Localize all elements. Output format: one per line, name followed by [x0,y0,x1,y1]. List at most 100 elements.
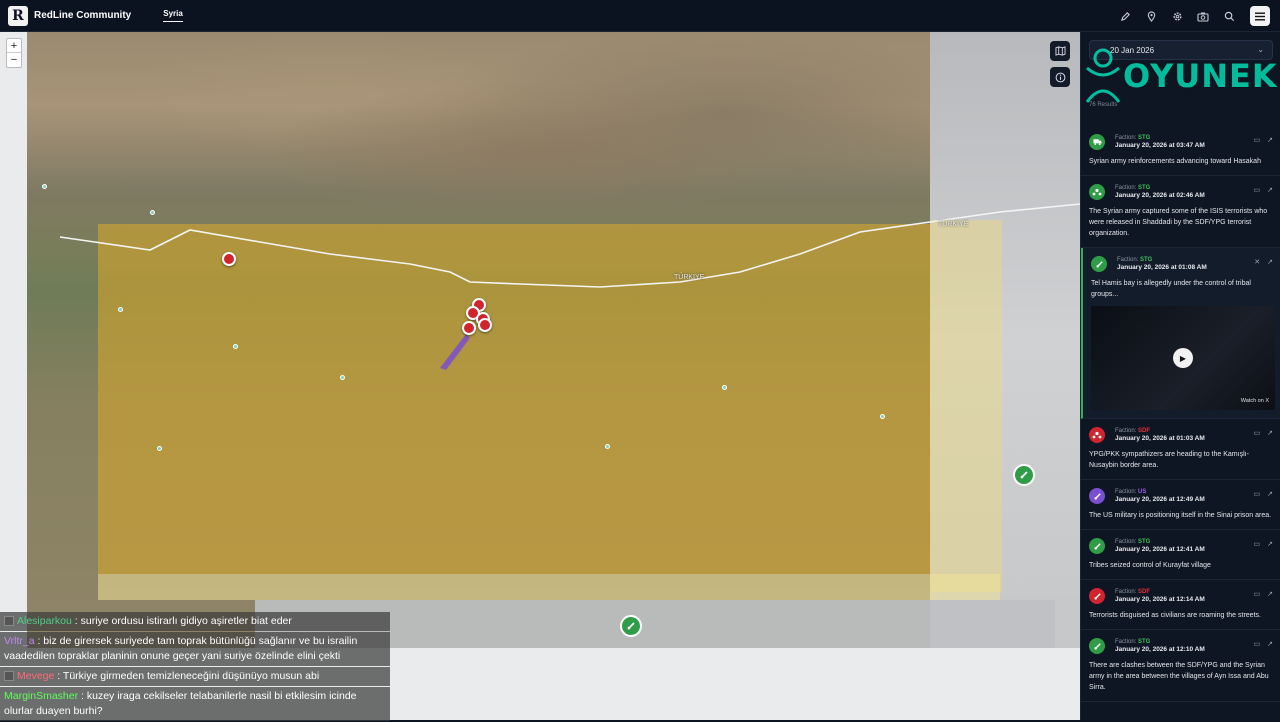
app-title[interactable]: RedLine Community [34,10,131,21]
event-card[interactable]: ▭ ↗ Faction: STG January 20, 2026 at 12:… [1081,630,1280,702]
video-icon[interactable]: ▭ [1254,186,1261,194]
town-marker[interactable] [340,375,345,380]
card-actions: ▭ ↗ [1254,429,1274,437]
zoom-in-button[interactable]: + [7,39,21,53]
card-actions: ✕ ↗ [1254,258,1273,266]
rifle-icon [627,622,635,630]
video-embed[interactable]: ▶ Watch on X [1091,306,1275,410]
watch-on-x-link[interactable]: Watch on X [1241,398,1269,404]
town-marker[interactable] [42,184,47,189]
external-link-icon[interactable]: ↗ [1267,640,1273,648]
faction-value: SDF [1138,589,1151,595]
external-link-icon[interactable]: ↗ [1267,490,1273,498]
faction-prefix: Faction: [1115,539,1137,545]
pen-icon[interactable] [1116,7,1134,25]
faction-prefix: Faction: [1115,639,1137,645]
faction-label: Faction: STG [1115,636,1273,645]
video-icon[interactable]: ▭ [1254,136,1261,144]
map-marker-sdf[interactable] [462,321,476,335]
faction-value: STG [1138,639,1151,645]
town-marker[interactable] [233,344,238,349]
pin-icon[interactable] [1142,7,1160,25]
faction-label: Faction: US [1115,486,1273,495]
truck-icon [1089,134,1105,150]
zoom-out-button[interactable]: − [7,53,21,67]
video-icon[interactable]: ▭ [1254,590,1261,598]
rifle-icon [1089,588,1105,604]
event-card[interactable]: ▭ ↗ Faction: STG January 20, 2026 at 12:… [1081,530,1280,580]
card-actions: ▭ ↗ [1254,590,1274,598]
faction-label: Faction: STG [1115,132,1273,141]
video-icon[interactable]: ▭ [1254,640,1261,648]
search-icon[interactable] [1220,7,1238,25]
event-card-selected[interactable]: ✕ ↗ Faction: STG January 20, 2026 at 01:… [1081,248,1280,419]
faction-value: STG [1138,185,1151,191]
map-marker-stg[interactable] [620,615,642,637]
watermark-figure-icon [1085,48,1121,103]
card-actions: ▭ ↗ [1254,490,1274,498]
map-marker-sdf[interactable] [478,318,492,332]
town-marker[interactable] [150,210,155,215]
route-arrow [440,334,470,370]
close-icon[interactable]: ✕ [1254,258,1260,266]
menu-button[interactable] [1250,6,1270,26]
chat-username: Alesiparkou [17,615,72,627]
chat-username: MarginSmasher [4,690,79,702]
avatar [4,671,14,682]
town-marker[interactable] [157,446,162,451]
event-description: Tribes seized control of Kurayfat villag… [1089,562,1211,569]
faction-label: Faction: STG [1117,254,1273,263]
event-time: January 20, 2026 at 12:14 AM [1115,596,1205,603]
external-link-icon[interactable]: ↗ [1267,258,1273,266]
event-description: The Syrian army captured some of the ISI… [1089,208,1268,237]
external-link-icon[interactable]: ↗ [1267,429,1273,437]
event-card[interactable]: ▭ ↗ Faction: US January 20, 2026 at 12:4… [1081,480,1280,530]
top-bar: R RedLine Community Syria [0,0,1280,32]
faction-value: STG [1138,135,1151,141]
event-card[interactable]: ▭ ↗ Faction: SDF January 20, 2026 at 01:… [1081,419,1280,480]
town-marker[interactable] [605,444,610,449]
play-icon[interactable]: ▶ [1173,348,1193,368]
faction-value: US [1138,489,1147,495]
video-icon[interactable]: ▭ [1254,429,1261,437]
map-layers-button[interactable] [1050,41,1070,61]
event-time: January 20, 2026 at 12:10 AM [1115,646,1205,653]
event-feed: ▭ ↗ Faction: STG January 20, 2026 at 03:… [1081,126,1280,702]
external-link-icon[interactable]: ↗ [1267,590,1273,598]
rifle-icon [1020,471,1028,479]
town-marker[interactable] [880,414,885,419]
event-card[interactable]: ▭ ↗ Faction: STG January 20, 2026 at 02:… [1081,176,1280,248]
group-icon [1089,427,1105,443]
video-icon[interactable]: ▭ [1254,540,1261,548]
external-link-icon[interactable]: ↗ [1267,136,1273,144]
map-marker-sdf[interactable] [222,252,236,266]
region-label-turkiye: TÜRKİYE [674,274,705,281]
map-info-button[interactable] [1050,67,1070,87]
event-time: January 20, 2026 at 12:49 AM [1115,496,1205,503]
external-link-icon[interactable]: ↗ [1267,186,1273,194]
faction-label: Faction: SDF [1115,425,1273,434]
toolbar [1116,6,1270,26]
town-marker[interactable] [722,385,727,390]
region-label-turkiye-east: TÜRKİYE [938,221,969,228]
border-line [59,203,1080,370]
event-description: The US military is positioning itself in… [1089,512,1272,519]
faction-label: Faction: STG [1115,536,1273,545]
map-marker-stg[interactable] [1013,464,1035,486]
faction-prefix: Faction: [1115,185,1137,191]
tab-syria[interactable]: Syria [163,9,183,22]
gear-icon[interactable] [1168,7,1186,25]
video-icon[interactable]: ▭ [1254,490,1261,498]
external-link-icon[interactable]: ↗ [1267,540,1273,548]
town-marker[interactable] [118,307,123,312]
event-card[interactable]: ▭ ↗ Faction: SDF January 20, 2026 at 12:… [1081,580,1280,630]
faction-prefix: Faction: [1115,135,1137,141]
event-card[interactable]: ▭ ↗ Faction: STG January 20, 2026 at 03:… [1081,126,1280,176]
rifle-icon [1089,488,1105,504]
event-sidebar: 20 Jan 2026 ⌄ OYUNEKS 76 Results ▭ ↗ Fac… [1080,32,1280,720]
app-logo[interactable]: R [8,5,28,26]
event-time: January 20, 2026 at 12:41 AM [1115,546,1205,553]
faction-prefix: Faction: [1117,257,1139,263]
info-icon [1055,72,1065,82]
camera-icon[interactable] [1194,7,1212,25]
